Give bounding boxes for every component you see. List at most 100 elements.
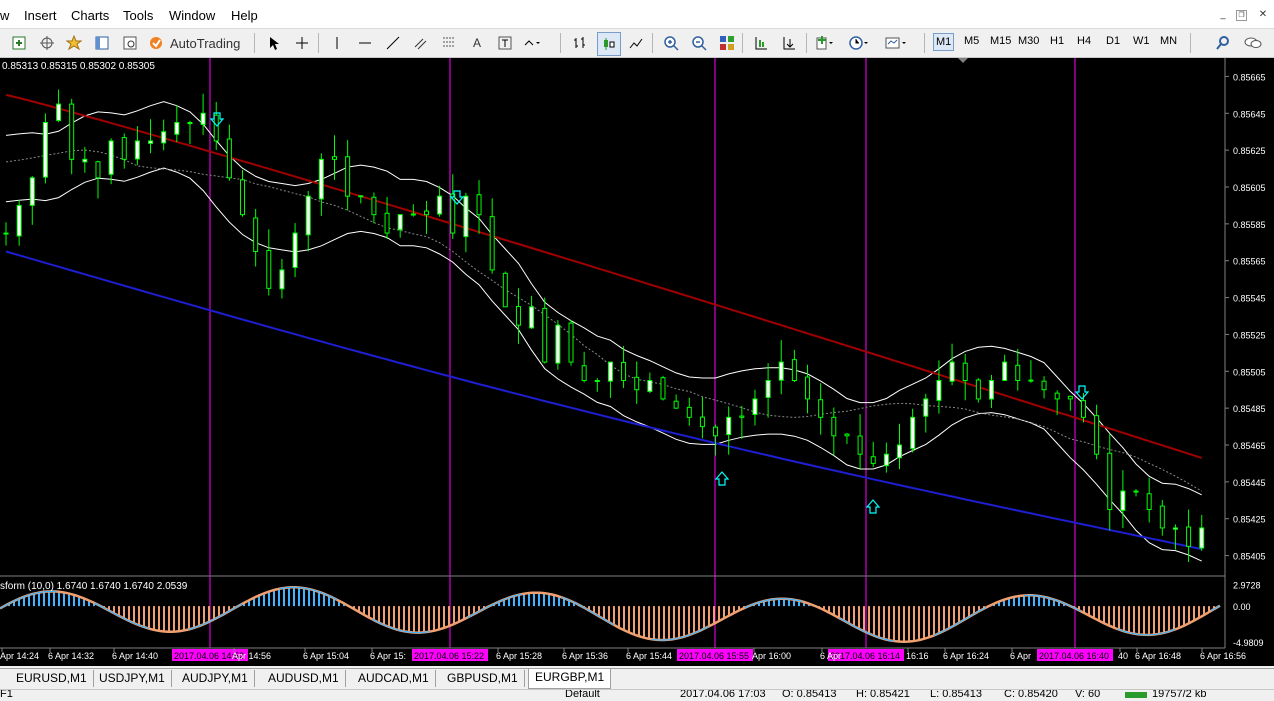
bullish-candle bbox=[161, 131, 167, 144]
bullish-candle bbox=[1199, 527, 1205, 549]
bearish-candle bbox=[515, 306, 521, 326]
chart-shift-icon[interactable] bbox=[750, 32, 772, 54]
new-order-icon[interactable] bbox=[8, 32, 30, 54]
equidistant-channel-icon[interactable] bbox=[410, 32, 432, 54]
menu-bar: w Insert Charts Tools Window Help _ ❐ ✕ bbox=[0, 0, 1274, 29]
bearish-candle bbox=[713, 426, 719, 437]
timeframe-d1[interactable]: D1 bbox=[1106, 35, 1120, 47]
bearish-candle bbox=[1028, 379, 1034, 382]
price-tick-label: 0.85625 bbox=[1233, 146, 1266, 156]
bearish-candle bbox=[673, 400, 679, 409]
bearish-candle bbox=[410, 213, 416, 216]
bar-chart-icon[interactable] bbox=[569, 32, 591, 54]
menu-item-help[interactable]: Help bbox=[231, 8, 258, 23]
crosshair-move-icon[interactable] bbox=[36, 32, 58, 54]
menu-item-view[interactable]: w bbox=[0, 8, 9, 23]
vertical-line-icon[interactable] bbox=[326, 32, 348, 54]
bearish-candle bbox=[975, 379, 981, 400]
text-label-icon[interactable] bbox=[494, 32, 516, 54]
cursor-icon[interactable] bbox=[263, 32, 285, 54]
tab-audcad[interactable]: AUDCAD,M1 bbox=[352, 670, 436, 687]
timeframe-m30[interactable]: M30 bbox=[1018, 35, 1039, 47]
tester-icon[interactable] bbox=[119, 32, 141, 54]
buy-arrow-icon bbox=[865, 499, 881, 514]
crosshair-icon[interactable] bbox=[291, 32, 313, 54]
bullish-candle bbox=[883, 453, 889, 467]
tab-eurusd[interactable]: EURUSD,M1 bbox=[10, 670, 94, 687]
zoom-in-icon[interactable] bbox=[660, 32, 682, 54]
timeframe-w1[interactable]: W1 bbox=[1133, 35, 1150, 47]
status-profile[interactable]: Default bbox=[565, 690, 600, 700]
navigator-icon[interactable] bbox=[91, 32, 113, 54]
bullish-candle bbox=[726, 416, 732, 436]
menu-item-tools[interactable]: Tools bbox=[123, 8, 153, 23]
bearish-candle bbox=[1146, 493, 1152, 510]
autotrading-button[interactable]: AutoTrading bbox=[148, 32, 242, 54]
tab-gbpusd[interactable]: GBPUSD,M1 bbox=[441, 670, 525, 687]
time-tick-label: 6 Apr 16:48 bbox=[1135, 651, 1181, 661]
time-tick-label: 6 Apr 16:24 bbox=[943, 651, 989, 661]
envelope-upper-line bbox=[5, 101, 1202, 496]
trendline-icon[interactable] bbox=[382, 32, 404, 54]
chart-window[interactable]: 2017.04.06 14:52 2017.04.06 15:22 2017.04.… bbox=[0, 58, 1274, 666]
bullish-candle bbox=[752, 398, 758, 416]
tab-usdjpy[interactable]: USDJPY,M1 bbox=[93, 670, 172, 687]
bearish-candle bbox=[1159, 505, 1165, 529]
bearish-candle bbox=[226, 138, 232, 179]
indicator-tick-label: -4.9809 bbox=[1233, 638, 1264, 648]
tab-audjpy[interactable]: AUDJPY,M1 bbox=[176, 670, 255, 687]
bullish-candle bbox=[607, 361, 613, 382]
bullish-candle bbox=[529, 306, 535, 329]
timeframe-m1[interactable]: M1 bbox=[933, 33, 955, 51]
timeframe-h4[interactable]: H4 bbox=[1077, 35, 1091, 47]
minimize-icon[interactable]: _ bbox=[1216, 9, 1230, 21]
timeframe-mn[interactable]: MN bbox=[1160, 35, 1177, 47]
bearish-candle bbox=[213, 114, 219, 142]
favorites-icon[interactable] bbox=[63, 32, 85, 54]
fibonacci-icon[interactable] bbox=[438, 32, 460, 54]
menu-item-charts[interactable]: Charts bbox=[71, 8, 109, 23]
candlestick-icon[interactable] bbox=[597, 32, 621, 56]
bearish-candle bbox=[962, 362, 968, 382]
status-traffic: 19757/2 kb bbox=[1152, 689, 1207, 700]
autoscroll-icon[interactable] bbox=[778, 32, 800, 54]
text-tool-icon[interactable]: A bbox=[466, 32, 488, 54]
zoom-out-icon[interactable] bbox=[688, 32, 710, 54]
bearish-candle bbox=[568, 322, 574, 363]
time-tick-label: 6 Apr 15:28 bbox=[496, 651, 542, 661]
line-chart-icon[interactable] bbox=[625, 32, 647, 54]
bullish-candle bbox=[397, 214, 403, 231]
chat-icon[interactable] bbox=[1242, 32, 1264, 54]
status-volume: V: 60 bbox=[1075, 689, 1101, 700]
bearish-candle bbox=[502, 272, 508, 308]
timeframe-m5[interactable]: M5 bbox=[964, 35, 979, 47]
time-tick-label: 6 Apr bbox=[820, 651, 841, 661]
bearish-candle bbox=[791, 359, 797, 382]
bearish-candle bbox=[95, 161, 101, 179]
templates-icon[interactable] bbox=[884, 32, 906, 54]
timeframe-m15[interactable]: M15 bbox=[990, 35, 1011, 47]
horizontal-line-icon[interactable] bbox=[354, 32, 376, 54]
time-tick-label: 6 Apr 15:44 bbox=[626, 651, 672, 661]
bullish-candle bbox=[1133, 490, 1139, 493]
price-tick-label: 0.85505 bbox=[1233, 367, 1266, 377]
periods-icon[interactable] bbox=[848, 32, 870, 54]
bearish-candle bbox=[818, 399, 824, 418]
timeframe-h1[interactable]: H1 bbox=[1050, 35, 1064, 47]
bearish-candle bbox=[1054, 392, 1060, 400]
search-icon[interactable] bbox=[1212, 32, 1234, 54]
arrows-icon[interactable] bbox=[522, 32, 544, 54]
bullish-candle bbox=[1002, 361, 1008, 381]
tab-audusd[interactable]: AUDUSD,M1 bbox=[262, 670, 346, 687]
restore-icon[interactable]: ❐ bbox=[1236, 10, 1247, 21]
menu-item-insert[interactable]: Insert bbox=[24, 8, 57, 23]
bearish-candle bbox=[253, 217, 259, 252]
bullish-candle bbox=[765, 380, 771, 398]
close-icon[interactable]: ✕ bbox=[1256, 9, 1270, 21]
bullish-candle bbox=[82, 158, 88, 163]
tile-windows-icon[interactable] bbox=[716, 32, 738, 54]
price-chart[interactable]: 2017.04.06 14:52 2017.04.06 15:22 2017.04.… bbox=[0, 58, 1274, 666]
tab-eurgbp[interactable]: EURGBP,M1 bbox=[528, 669, 612, 689]
menu-item-window[interactable]: Window bbox=[169, 8, 215, 23]
indicators-icon[interactable] bbox=[814, 32, 836, 54]
